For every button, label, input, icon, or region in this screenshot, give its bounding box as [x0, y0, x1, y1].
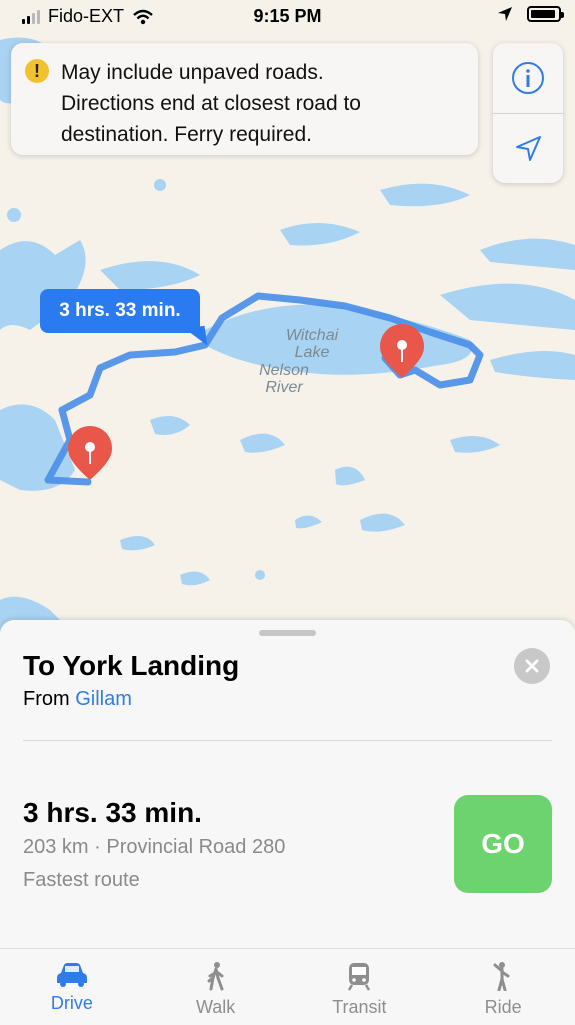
from-label: From [23, 688, 70, 710]
lake-label-line2: Lake [294, 344, 330, 361]
tab-drive[interactable]: Drive [0, 949, 144, 1025]
river-label-line1: Nelson [259, 362, 309, 379]
transport-tab-bar: Drive Walk Transit Ride [0, 948, 575, 1025]
from-line: From Gillam [23, 688, 132, 711]
tab-transit[interactable]: Transit [288, 949, 432, 1025]
route-duration[interactable]: 3 hrs. 33 min. [23, 797, 202, 829]
status-bar: Fido-EXT 9:15 PM [0, 0, 575, 34]
warning-icon: ! [25, 59, 49, 83]
info-icon [512, 62, 544, 94]
sheet-divider [23, 740, 552, 741]
map-view[interactable]: Witchai Lake Nelson River 3 hrs. 33 min.… [0, 0, 575, 640]
tab-ride[interactable]: Ride [431, 949, 575, 1025]
close-button[interactable] [514, 648, 550, 684]
tab-transit-label: Transit [332, 997, 387, 1017]
walk-icon [207, 962, 224, 991]
directions-sheet[interactable]: To York Landing From Gillam 3 hrs. 33 mi… [0, 620, 575, 948]
route-warning-banner: ! May include unpaved roads. Directions … [11, 43, 478, 155]
destination-title: To York Landing [23, 650, 240, 681]
info-button[interactable] [493, 43, 563, 113]
lake-label-line1: Witchai [285, 327, 339, 344]
river-label: Nelson River [252, 362, 316, 396]
ride-icon [493, 962, 510, 991]
location-services-icon [498, 7, 512, 21]
route-distance: 203 km · Provincial Road 280 [23, 836, 286, 858]
tab-walk[interactable]: Walk [144, 949, 288, 1025]
warning-line-1: May include unpaved roads. [61, 61, 324, 84]
tab-ride-label: Ride [484, 997, 522, 1017]
go-button[interactable]: GO [454, 795, 552, 893]
battery-icon [527, 6, 564, 22]
locate-button[interactable] [493, 114, 563, 184]
from-place-link[interactable]: Gillam [75, 688, 132, 710]
close-icon [525, 659, 539, 673]
sheet-grabber[interactable] [259, 630, 316, 636]
train-icon [348, 963, 371, 991]
warning-line-2: Directions end at closest road to [61, 92, 361, 115]
tab-drive-label: Drive [50, 993, 93, 1013]
status-right [497, 6, 564, 22]
car-icon [56, 963, 87, 987]
map-controls [493, 43, 563, 183]
route-note: Fastest route [23, 869, 140, 891]
status-time: 9:15 PM [253, 6, 322, 26]
lake-label: Witchai Lake [280, 327, 344, 361]
tab-walk-label: Walk [195, 997, 236, 1017]
location-arrow-icon [516, 136, 541, 161]
river-label-line2: River [265, 379, 303, 396]
route-time-callout[interactable]: 3 hrs. 33 min. [40, 289, 200, 333]
warning-line-3: destination. Ferry required. [61, 123, 312, 146]
